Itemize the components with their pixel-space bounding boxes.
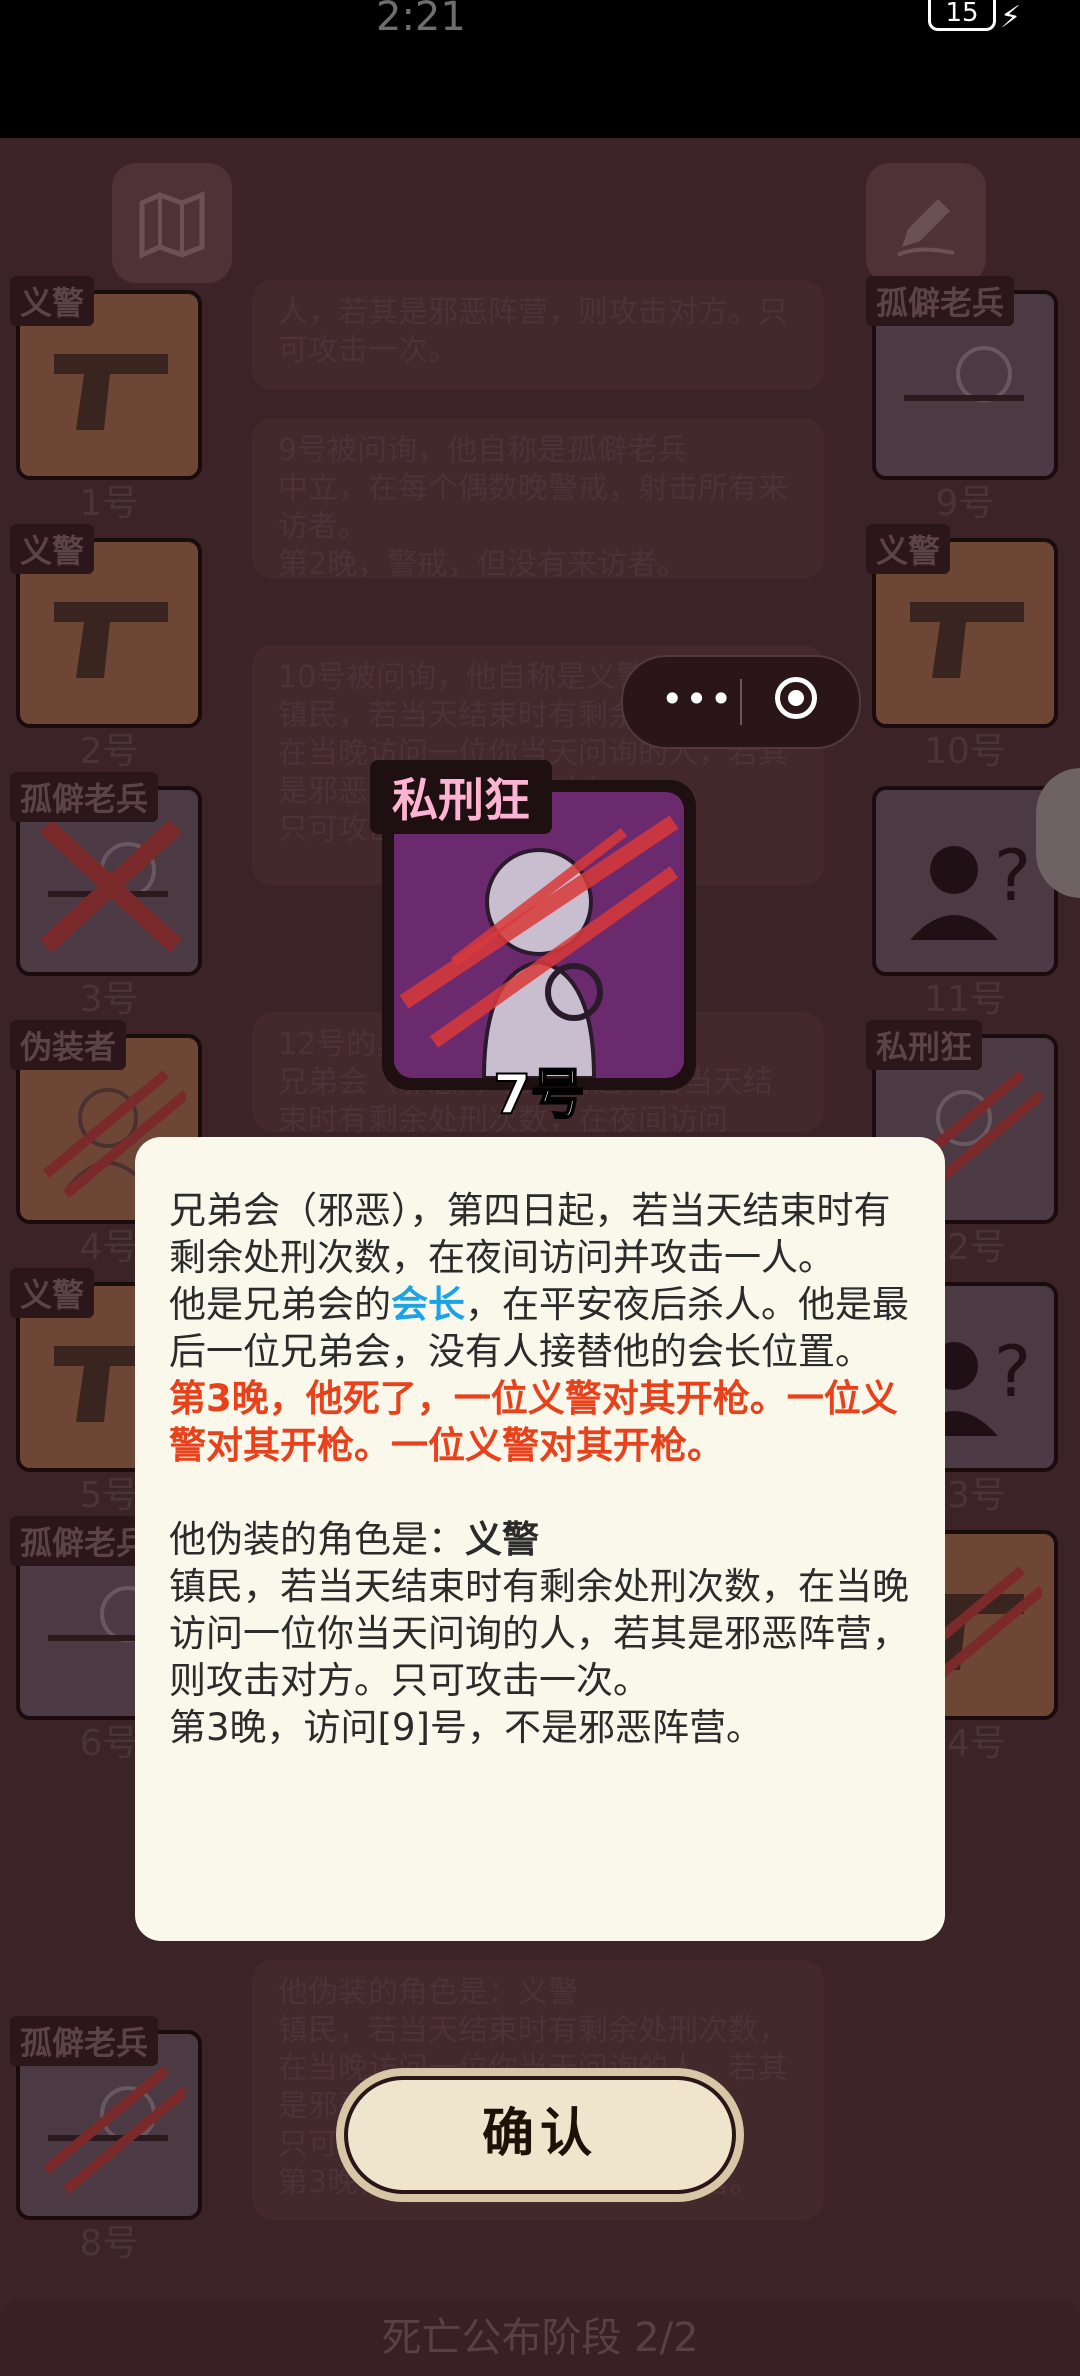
- player-role-label: 义警: [866, 524, 951, 574]
- veteran-icon: [48, 842, 168, 898]
- unknown-person-icon: ?: [910, 835, 1031, 940]
- svg-text:?: ?: [994, 835, 1031, 917]
- role-description: 兄弟会（邪恶），第四日起，若当天结束时有剩余处刑次数，在夜间访问并攻击一人。: [169, 1189, 891, 1279]
- player-number: 8号: [79, 2223, 139, 2264]
- player-card-10[interactable]: 义警 10号: [866, 524, 1058, 772]
- disguise-line: 他伪装的角色是：义警: [169, 1516, 911, 1563]
- player-role-label: 义警: [10, 276, 95, 326]
- log-text: 人，若其是邪恶阵营，则攻击对方。只可攻击一次。: [278, 295, 788, 368]
- player-role-label: 孤僻老兵: [10, 2016, 159, 2066]
- death-note: 第3晚，他死了，一位义警对其开枪。一位义警对其开枪。一位义警对其开枪。: [169, 1377, 898, 1467]
- role-detail-dialog: 兄弟会（邪恶），第四日起，若当天结束时有剩余处刑次数，在夜间访问并攻击一人。 他…: [135, 1137, 945, 1941]
- battery-icon: 15: [928, 0, 996, 31]
- status-time: 2:21: [376, 0, 466, 40]
- notes-button[interactable]: [866, 163, 986, 283]
- map-icon: [139, 191, 205, 259]
- revealed-role-label: 私刑狂: [370, 760, 552, 834]
- player-number: 9号: [935, 483, 995, 524]
- player-card-8[interactable]: 孤僻老兵 8号: [10, 2016, 202, 2264]
- log-text: 9号被问询，他自称是孤僻老兵 中立，在每个偶数晚警戒，射击所有来访者。 第2晚，…: [278, 433, 788, 578]
- player-card-1[interactable]: 义警 1号: [10, 276, 202, 524]
- player-role-label: 义警: [10, 1268, 95, 1318]
- svg-text:?: ?: [994, 1331, 1031, 1413]
- gun-icon: [910, 602, 1024, 678]
- leader-highlight[interactable]: 会长: [391, 1283, 465, 1326]
- lyncher-portrait: [394, 792, 684, 1078]
- player-role-label: 义警: [10, 524, 95, 574]
- player-card-3[interactable]: 孤僻老兵 3号: [10, 772, 202, 1020]
- leader-note-pre: 他是兄弟会的: [169, 1283, 391, 1326]
- log-entry: 9号被问询，他自称是孤僻老兵 中立，在每个偶数晚警戒，射击所有来访者。 第2晚，…: [252, 418, 824, 578]
- revealed-role-card: 私刑狂 7号: [370, 760, 696, 1127]
- player-portrait: ?: [872, 786, 1058, 976]
- charging-icon: ⚡: [1000, 0, 1022, 35]
- player-number: 1号: [79, 483, 139, 524]
- revealed-player-number: 7号: [492, 1062, 586, 1127]
- player-role-label: 伪装者: [10, 1020, 127, 1070]
- player-number: 2号: [79, 731, 139, 772]
- more-options-icon[interactable]: •••: [661, 677, 734, 721]
- visit-note: 第3晚，访问[9]号，不是邪恶阵营。: [169, 1706, 763, 1749]
- status-bar: 2:21 15 ⚡: [0, 0, 1080, 138]
- player-role-label: 孤僻老兵: [866, 276, 1015, 326]
- player-card-11[interactable]: ? 11号: [872, 786, 1058, 1020]
- veteran-icon: [904, 346, 1024, 402]
- lyncher-icon: [399, 815, 679, 1078]
- player-role-label: 私刑狂: [866, 1020, 983, 1070]
- gun-icon: [54, 602, 168, 678]
- capsule-divider: [740, 679, 742, 725]
- leader-note: 他是兄弟会的会长，在平安夜后杀人。他是最后一位兄弟会，没有人接替他的会长位置。: [169, 1281, 911, 1375]
- player-number: 3号: [79, 979, 139, 1020]
- player-card-2[interactable]: 义警 2号: [10, 524, 202, 772]
- veteran-icon: [48, 2086, 168, 2142]
- phase-indicator: 死亡公布阶段 2/2: [0, 2300, 1080, 2376]
- log-entry: 人，若其是邪恶阵营，则攻击对方。只可攻击一次。: [252, 280, 824, 390]
- player-number: 11号: [924, 979, 1006, 1020]
- player-card-9[interactable]: 孤僻老兵 9号: [866, 276, 1058, 524]
- disguise-description: 镇民，若当天结束时有剩余处刑次数，在当晚访问一位你当天问询的人，若其是邪恶阵营，…: [169, 1565, 909, 1702]
- map-button[interactable]: [112, 163, 232, 283]
- confirm-button[interactable]: 确认: [344, 2076, 736, 2194]
- pencil-icon: [897, 199, 955, 257]
- close-miniprogram-icon[interactable]: [775, 677, 817, 719]
- disguise-role: 义警: [465, 1518, 539, 1561]
- disguise-label: 他伪装的角色是：: [169, 1518, 465, 1561]
- miniprogram-capsule: •••: [621, 655, 861, 749]
- player-role-label: 孤僻老兵: [10, 772, 159, 822]
- gun-icon: [54, 354, 168, 430]
- player-number: 10号: [924, 731, 1006, 772]
